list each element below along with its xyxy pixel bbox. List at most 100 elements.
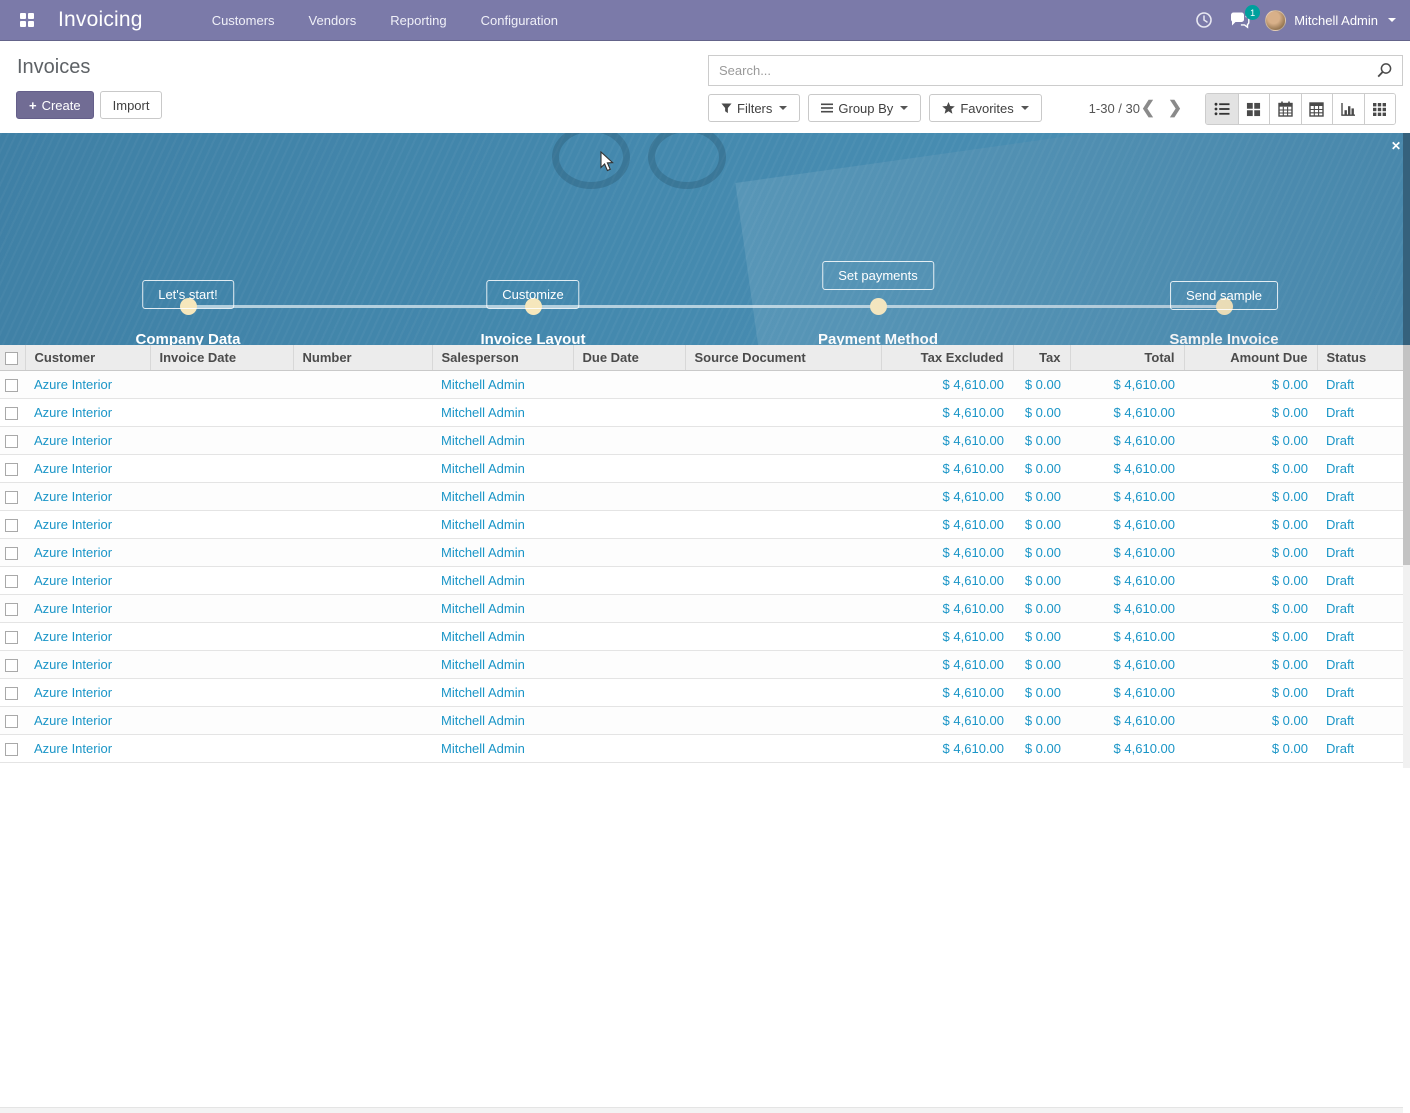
scrollbar-track[interactable] (1403, 133, 1410, 768)
salesperson-cell: Mitchell Admin (432, 622, 573, 650)
row-checkbox[interactable] (5, 463, 18, 476)
invoice_date-cell (150, 482, 293, 510)
salesperson-cell: Mitchell Admin (432, 678, 573, 706)
table-row[interactable]: Azure InteriorMitchell Admin$ 4,610.00$ … (0, 454, 1403, 482)
row-checkbox[interactable] (5, 435, 18, 448)
number-cell (293, 678, 432, 706)
favorites-button[interactable]: Favorites (929, 94, 1041, 122)
send-sample-button[interactable]: Send sample (1170, 281, 1278, 310)
column-header-number[interactable]: Number (293, 345, 432, 370)
invoice_date-cell (150, 650, 293, 678)
row-checkbox[interactable] (5, 547, 18, 560)
chevron-down-icon (1021, 106, 1029, 110)
row-checkbox[interactable] (5, 631, 18, 644)
column-header-salesperson[interactable]: Salesperson (432, 345, 573, 370)
row-checkbox[interactable] (5, 715, 18, 728)
amount_due-cell: $ 0.00 (1184, 454, 1317, 482)
invoice_date-cell (150, 538, 293, 566)
tax-cell: $ 0.00 (1013, 678, 1070, 706)
table-row[interactable]: Azure InteriorMitchell Admin$ 4,610.00$ … (0, 594, 1403, 622)
table-row[interactable]: Azure InteriorMitchell Admin$ 4,610.00$ … (0, 510, 1403, 538)
salesperson-cell: Mitchell Admin (432, 370, 573, 398)
status-cell: Draft (1317, 370, 1403, 398)
pager-previous-icon[interactable]: ❮ (1136, 94, 1160, 122)
menu-reporting[interactable]: Reporting (377, 1, 459, 40)
column-header-due_date[interactable]: Due Date (573, 345, 685, 370)
calendar-view-button[interactable] (1269, 94, 1301, 124)
search-input[interactable] (709, 63, 1376, 78)
column-header-status[interactable]: Status (1317, 345, 1403, 370)
row-checkbox[interactable] (5, 379, 18, 392)
table-row[interactable]: Azure InteriorMitchell Admin$ 4,610.00$ … (0, 650, 1403, 678)
table-row[interactable]: Azure InteriorMitchell Admin$ 4,610.00$ … (0, 482, 1403, 510)
graph-view-button[interactable] (1332, 94, 1364, 124)
pivot-view-button[interactable] (1301, 94, 1333, 124)
message-count-badge: 1 (1245, 5, 1260, 20)
column-header-tax_excluded[interactable]: Tax Excluded (881, 345, 1013, 370)
tax_excluded-cell: $ 4,610.00 (881, 398, 1013, 426)
table-row[interactable]: Azure InteriorMitchell Admin$ 4,610.00$ … (0, 370, 1403, 398)
column-header-tax[interactable]: Tax (1013, 345, 1070, 370)
column-header-invoice_date[interactable]: Invoice Date (150, 345, 293, 370)
tax_excluded-cell: $ 4,610.00 (881, 426, 1013, 454)
row-checkbox[interactable] (5, 491, 18, 504)
table-row[interactable]: Azure InteriorMitchell Admin$ 4,610.00$ … (0, 706, 1403, 734)
table-row[interactable]: Azure InteriorMitchell Admin$ 4,610.00$ … (0, 734, 1403, 762)
activities-clock-icon[interactable] (1193, 9, 1215, 31)
column-header-total[interactable]: Total (1070, 345, 1184, 370)
row-checkbox[interactable] (5, 743, 18, 756)
group-by-button[interactable]: Group By (808, 94, 921, 122)
invoice_date-cell (150, 426, 293, 454)
row-checkbox[interactable] (5, 519, 18, 532)
lets-start-button[interactable]: Let's start! (142, 280, 234, 309)
salesperson-cell: Mitchell Admin (432, 650, 573, 678)
filters-button[interactable]: Filters (708, 94, 800, 122)
row-checkbox[interactable] (5, 659, 18, 672)
search-icon[interactable] (1376, 62, 1393, 79)
table-row[interactable]: Azure InteriorMitchell Admin$ 4,610.00$ … (0, 622, 1403, 650)
create-button[interactable]: + Create (16, 91, 94, 119)
messages-icon[interactable]: 1 (1229, 9, 1251, 31)
onboarding-step-payment-method: Payment Method Configure your payment me… (753, 331, 1003, 345)
source_document-cell (685, 454, 881, 482)
customer-cell: Azure Interior (25, 398, 150, 426)
menu-configuration[interactable]: Configuration (468, 1, 571, 40)
column-header-source_document[interactable]: Source Document (685, 345, 881, 370)
number-cell (293, 734, 432, 762)
banner-close-icon[interactable]: ✕ (1391, 139, 1401, 153)
row-checkbox[interactable] (5, 687, 18, 700)
scrollbar-thumb[interactable] (1403, 345, 1410, 565)
pager-next-icon[interactable]: ❯ (1163, 94, 1187, 122)
status-cell: Draft (1317, 426, 1403, 454)
row-checkbox[interactable] (5, 407, 18, 420)
step-title: Sample Invoice (1099, 331, 1349, 345)
apps-menu-icon[interactable] (20, 13, 35, 28)
import-button[interactable]: Import (100, 91, 163, 119)
table-row[interactable]: Azure InteriorMitchell Admin$ 4,610.00$ … (0, 398, 1403, 426)
menu-vendors[interactable]: Vendors (296, 1, 370, 40)
salesperson-cell: Mitchell Admin (432, 538, 573, 566)
table-row[interactable]: Azure InteriorMitchell Admin$ 4,610.00$ … (0, 426, 1403, 454)
column-header-amount_due[interactable]: Amount Due (1184, 345, 1317, 370)
user-menu[interactable]: Mitchell Admin (1265, 10, 1396, 31)
table-row[interactable]: Azure InteriorMitchell Admin$ 4,610.00$ … (0, 678, 1403, 706)
kanban-view-button[interactable] (1238, 94, 1270, 124)
select-all-checkbox[interactable] (5, 352, 18, 365)
customize-button[interactable]: Customize (486, 280, 579, 309)
row-checkbox[interactable] (5, 603, 18, 616)
total-cell: $ 4,610.00 (1070, 482, 1184, 510)
app-title[interactable]: Invoicing (58, 8, 143, 32)
table-row[interactable]: Azure InteriorMitchell Admin$ 4,610.00$ … (0, 538, 1403, 566)
column-header-customer[interactable]: Customer (25, 345, 150, 370)
activity-view-button[interactable] (1364, 94, 1396, 124)
set-payments-button[interactable]: Set payments (822, 261, 934, 290)
row-checkbox[interactable] (5, 575, 18, 588)
table-row[interactable]: Azure InteriorMitchell Admin$ 4,610.00$ … (0, 566, 1403, 594)
amount_due-cell: $ 0.00 (1184, 678, 1317, 706)
due_date-cell (573, 426, 685, 454)
menu-customers[interactable]: Customers (199, 1, 288, 40)
salesperson-cell: Mitchell Admin (432, 734, 573, 762)
total-cell: $ 4,610.00 (1070, 650, 1184, 678)
list-view-button[interactable] (1206, 94, 1238, 124)
customer-cell: Azure Interior (25, 454, 150, 482)
